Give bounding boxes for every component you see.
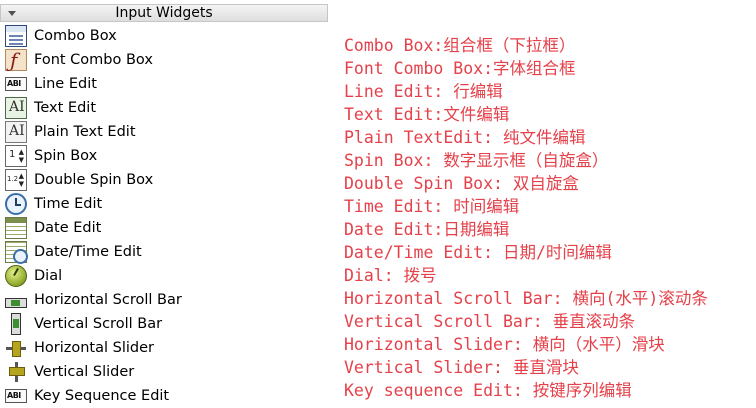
annotation-list: Combo Box:组合框（下拉框） Font Combo Box:字体组合框 … [344, 34, 708, 402]
widget-item-label: Date/Time Edit [34, 244, 142, 260]
annotation-font-combo-box: Font Combo Box:字体组合框 [344, 59, 576, 78]
widget-item-label: Double Spin Box [34, 172, 154, 188]
widget-item-date-edit[interactable]: Date Edit [0, 216, 330, 240]
widget-item-date-time-edit[interactable]: Date/Time Edit [0, 240, 330, 264]
calendar-clock-icon [5, 241, 28, 264]
annotation-dial: Dial: 拨号 [344, 266, 437, 285]
font-combo-box-icon [5, 48, 27, 72]
widget-item-text-edit[interactable]: AI Text Edit [0, 96, 330, 120]
double-spin-box-icon: 1.2 ▲ ▼ [5, 169, 27, 191]
annotation-date-edit: Date Edit:日期编辑 [344, 220, 510, 239]
annotation-date-time-edit: Date/Time Edit: 日期/时间编辑 [344, 243, 612, 262]
widget-item-dial[interactable]: Dial [0, 264, 330, 288]
widget-item-label: Horizontal Slider [34, 340, 154, 356]
key-sequence-edit-icon: ABI [5, 389, 27, 403]
clock-icon [5, 193, 27, 215]
widget-item-horizontal-slider[interactable]: Horizontal Slider [0, 336, 330, 360]
annotation-combo-box: Combo Box:组合框（下拉框） [344, 36, 576, 55]
widget-item-time-edit[interactable]: Time Edit [0, 192, 330, 216]
annotation-text-edit: Text Edit:文件编辑 [344, 105, 510, 124]
widget-item-label: Vertical Scroll Bar [34, 316, 163, 332]
annotation-vertical-slider: Vertical Slider: 垂直滑块 [344, 358, 579, 377]
input-widgets-category-header[interactable]: Input Widgets [0, 4, 328, 22]
text-edit-icon: AI [5, 97, 27, 119]
vertical-scroll-bar-icon [11, 313, 21, 335]
widget-item-label: Time Edit [34, 196, 103, 212]
annotation-horizontal-slider: Horizontal Slider: 横向（水平）滑块 [344, 335, 665, 354]
widget-item-label: Combo Box [34, 28, 117, 44]
widget-item-label: Vertical Slider [34, 364, 135, 380]
widget-item-spin-box[interactable]: 1 ▲ ▼ Spin Box [0, 144, 330, 168]
widget-box-panel: Input Widgets Combo Box Font Combo Box A… [0, 0, 330, 406]
widget-item-label: Text Edit [34, 100, 97, 116]
calendar-icon [5, 217, 27, 239]
widget-item-combo-box[interactable]: Combo Box [0, 24, 330, 48]
widget-item-label: Key Sequence Edit [34, 388, 170, 404]
widget-list: Combo Box Font Combo Box ABI Line Edit A… [0, 24, 330, 408]
widget-item-label: Date Edit [34, 220, 102, 236]
widget-item-label: Plain Text Edit [34, 124, 136, 140]
widget-item-key-sequence-edit[interactable]: ABI Key Sequence Edit [0, 384, 330, 408]
annotation-time-edit: Time Edit: 时间编辑 [344, 197, 520, 216]
annotation-horizontal-scroll-bar: Horizontal Scroll Bar: 横向(水平)滚动条 [344, 289, 708, 308]
horizontal-slider-icon [5, 337, 27, 359]
widget-item-vertical-slider[interactable]: Vertical Slider [0, 360, 330, 384]
vertical-slider-icon [5, 361, 27, 383]
annotation-key-sequence-edit: Key sequence Edit: 按键序列编辑 [344, 381, 632, 400]
combo-box-icon [5, 25, 27, 47]
widget-item-font-combo-box[interactable]: Font Combo Box [0, 48, 330, 72]
annotation-double-spin-box: Double Spin Box: 双自旋盒 [344, 174, 579, 193]
annotation-vertical-scroll-bar: Vertical Scroll Bar: 垂直滚动条 [344, 312, 636, 331]
widget-item-horizontal-scroll-bar[interactable]: Horizontal Scroll Bar [0, 288, 330, 312]
spin-box-icon: 1 ▲ ▼ [5, 145, 27, 167]
widget-item-double-spin-box[interactable]: 1.2 ▲ ▼ Double Spin Box [0, 168, 330, 192]
widget-item-label: Horizontal Scroll Bar [34, 292, 182, 308]
widget-item-label: Dial [34, 268, 63, 284]
annotation-plain-text-edit: Plain TextEdit: 纯文件编辑 [344, 128, 586, 147]
widget-item-label: Font Combo Box [34, 52, 153, 68]
widget-item-line-edit[interactable]: ABI Line Edit [0, 72, 330, 96]
line-edit-icon: ABI [5, 77, 27, 91]
horizontal-scroll-bar-icon [5, 298, 27, 308]
widget-item-label: Line Edit [34, 76, 97, 92]
plain-text-edit-icon: AI [5, 121, 27, 143]
widget-item-vertical-scroll-bar[interactable]: Vertical Scroll Bar [0, 312, 330, 336]
category-title: Input Widgets [115, 5, 213, 21]
widget-item-label: Spin Box [34, 148, 98, 164]
widget-item-plain-text-edit[interactable]: AI Plain Text Edit [0, 120, 330, 144]
dial-icon [5, 265, 27, 287]
annotation-spin-box: Spin Box: 数字显示框（自旋盒） [344, 151, 609, 170]
annotation-line-edit: Line Edit: 行编辑 [344, 82, 503, 101]
